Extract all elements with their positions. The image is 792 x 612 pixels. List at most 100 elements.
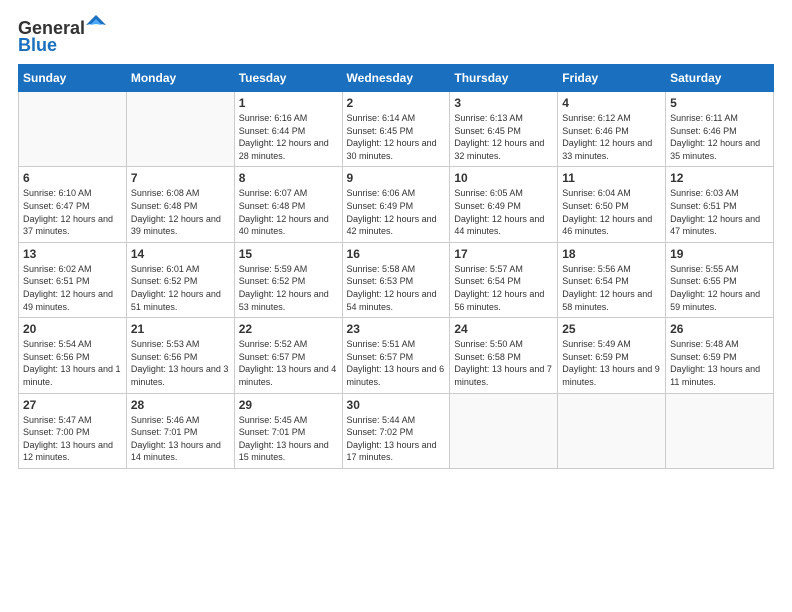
day-number: 21 <box>131 322 230 336</box>
day-info: Sunrise: 5:59 AMSunset: 6:52 PMDaylight:… <box>239 263 338 313</box>
calendar-cell: 20 Sunrise: 5:54 AMSunset: 6:56 PMDayligh… <box>19 318 127 393</box>
calendar-cell: 12 Sunrise: 6:03 AMSunset: 6:51 PMDayligh… <box>666 167 774 242</box>
day-number: 26 <box>670 322 769 336</box>
day-info: Sunrise: 5:56 AMSunset: 6:54 PMDaylight:… <box>562 263 661 313</box>
calendar-cell: 1 Sunrise: 6:16 AMSunset: 6:44 PMDaylight… <box>234 92 342 167</box>
week-row-3: 13 Sunrise: 6:02 AMSunset: 6:51 PMDayligh… <box>19 242 774 317</box>
weekday-header-saturday: Saturday <box>666 65 774 92</box>
day-number: 15 <box>239 247 338 261</box>
day-info: Sunrise: 6:16 AMSunset: 6:44 PMDaylight:… <box>239 112 338 162</box>
day-number: 5 <box>670 96 769 110</box>
calendar-cell: 14Sunrise: 6:01 AMSunset: 6:52 PMDayligh… <box>126 242 234 317</box>
calendar-table: SundayMondayTuesdayWednesdayThursdayFrid… <box>18 64 774 469</box>
day-info: Sunrise: 5:49 AMSunset: 6:59 PMDaylight:… <box>562 338 661 388</box>
day-info: Sunrise: 5:45 AMSunset: 7:01 PMDaylight:… <box>239 414 338 464</box>
weekday-header-tuesday: Tuesday <box>234 65 342 92</box>
week-row-1: 1 Sunrise: 6:16 AMSunset: 6:44 PMDaylight… <box>19 92 774 167</box>
weekday-header-row: SundayMondayTuesdayWednesdayThursdayFrid… <box>19 65 774 92</box>
calendar-cell: 11Sunrise: 6:04 AMSunset: 6:50 PMDayligh… <box>558 167 666 242</box>
day-info: Sunrise: 6:14 AMSunset: 6:45 PMDaylight:… <box>347 112 446 162</box>
day-info: Sunrise: 6:02 AMSunset: 6:51 PMDaylight:… <box>23 263 122 313</box>
calendar-cell: 10 Sunrise: 6:05 AMSunset: 6:49 PMDayligh… <box>450 167 558 242</box>
calendar-cell: 27Sunrise: 5:47 AMSunset: 7:00 PMDayligh… <box>19 393 127 468</box>
calendar-cell: 29 Sunrise: 5:45 AMSunset: 7:01 PMDayligh… <box>234 393 342 468</box>
weekday-header-sunday: Sunday <box>19 65 127 92</box>
calendar-cell: 17 Sunrise: 5:57 AMSunset: 6:54 PMDayligh… <box>450 242 558 317</box>
calendar-cell: 13 Sunrise: 6:02 AMSunset: 6:51 PMDayligh… <box>19 242 127 317</box>
logo-icon <box>86 15 106 35</box>
week-row-4: 20 Sunrise: 5:54 AMSunset: 6:56 PMDayligh… <box>19 318 774 393</box>
day-info: Sunrise: 6:05 AMSunset: 6:49 PMDaylight:… <box>454 187 553 237</box>
day-info: Sunrise: 6:06 AMSunset: 6:49 PMDaylight:… <box>347 187 446 237</box>
day-info: Sunrise: 6:13 AMSunset: 6:45 PMDaylight:… <box>454 112 553 162</box>
calendar-cell: 18 Sunrise: 5:56 AMSunset: 6:54 PMDayligh… <box>558 242 666 317</box>
day-number: 22 <box>239 322 338 336</box>
calendar-cell: 23 Sunrise: 5:51 AMSunset: 6:57 PMDayligh… <box>342 318 450 393</box>
day-info: Sunrise: 6:11 AMSunset: 6:46 PMDaylight:… <box>670 112 769 162</box>
page: General Blue SundayMondayTuesdayWednesda… <box>0 0 792 612</box>
day-info: Sunrise: 5:53 AMSunset: 6:56 PMDaylight:… <box>131 338 230 388</box>
day-number: 20 <box>23 322 122 336</box>
calendar-cell: 16 Sunrise: 5:58 AMSunset: 6:53 PMDayligh… <box>342 242 450 317</box>
day-info: Sunrise: 5:55 AMSunset: 6:55 PMDaylight:… <box>670 263 769 313</box>
day-info: Sunrise: 6:12 AMSunset: 6:46 PMDaylight:… <box>562 112 661 162</box>
day-number: 3 <box>454 96 553 110</box>
day-number: 4 <box>562 96 661 110</box>
calendar-cell: 21 Sunrise: 5:53 AMSunset: 6:56 PMDayligh… <box>126 318 234 393</box>
day-info: Sunrise: 5:57 AMSunset: 6:54 PMDaylight:… <box>454 263 553 313</box>
calendar-cell: 26 Sunrise: 5:48 AMSunset: 6:59 PMDayligh… <box>666 318 774 393</box>
day-number: 18 <box>562 247 661 261</box>
calendar-cell: 8Sunrise: 6:07 AMSunset: 6:48 PMDaylight… <box>234 167 342 242</box>
calendar-cell: 3 Sunrise: 6:13 AMSunset: 6:45 PMDaylight… <box>450 92 558 167</box>
weekday-header-wednesday: Wednesday <box>342 65 450 92</box>
day-number: 2 <box>347 96 446 110</box>
day-number: 12 <box>670 171 769 185</box>
calendar-cell <box>666 393 774 468</box>
day-info: Sunrise: 5:54 AMSunset: 6:56 PMDaylight:… <box>23 338 122 388</box>
calendar-cell: 19 Sunrise: 5:55 AMSunset: 6:55 PMDayligh… <box>666 242 774 317</box>
calendar-cell: 15 Sunrise: 5:59 AMSunset: 6:52 PMDayligh… <box>234 242 342 317</box>
calendar-cell <box>19 92 127 167</box>
calendar-cell: 22Sunrise: 5:52 AMSunset: 6:57 PMDayligh… <box>234 318 342 393</box>
day-number: 23 <box>347 322 446 336</box>
day-info: Sunrise: 5:44 AMSunset: 7:02 PMDaylight:… <box>347 414 446 464</box>
calendar-cell: 25 Sunrise: 5:49 AMSunset: 6:59 PMDayligh… <box>558 318 666 393</box>
calendar-cell: 30 Sunrise: 5:44 AMSunset: 7:02 PMDayligh… <box>342 393 450 468</box>
calendar-cell: 4 Sunrise: 6:12 AMSunset: 6:46 PMDaylight… <box>558 92 666 167</box>
day-number: 30 <box>347 398 446 412</box>
calendar-cell: 6 Sunrise: 6:10 AMSunset: 6:47 PMDaylight… <box>19 167 127 242</box>
calendar-cell <box>558 393 666 468</box>
day-number: 24 <box>454 322 553 336</box>
header: General Blue <box>18 18 774 56</box>
day-number: 1 <box>239 96 338 110</box>
day-info: Sunrise: 5:48 AMSunset: 6:59 PMDaylight:… <box>670 338 769 388</box>
day-number: 13 <box>23 247 122 261</box>
day-number: 9 <box>347 171 446 185</box>
day-info: Sunrise: 5:51 AMSunset: 6:57 PMDaylight:… <box>347 338 446 388</box>
calendar-cell: 24 Sunrise: 5:50 AMSunset: 6:58 PMDayligh… <box>450 318 558 393</box>
day-number: 10 <box>454 171 553 185</box>
day-number: 25 <box>562 322 661 336</box>
logo: General Blue <box>18 18 106 56</box>
week-row-2: 6 Sunrise: 6:10 AMSunset: 6:47 PMDaylight… <box>19 167 774 242</box>
calendar-cell: 7Sunrise: 6:08 AMSunset: 6:48 PMDaylight… <box>126 167 234 242</box>
day-number: 6 <box>23 171 122 185</box>
day-info: Sunrise: 6:04 AMSunset: 6:50 PMDaylight:… <box>562 187 661 237</box>
calendar-cell: 9 Sunrise: 6:06 AMSunset: 6:49 PMDaylight… <box>342 167 450 242</box>
day-number: 19 <box>670 247 769 261</box>
day-number: 17 <box>454 247 553 261</box>
day-number: 7 <box>131 171 230 185</box>
day-number: 29 <box>239 398 338 412</box>
calendar-cell: 28Sunrise: 5:46 AMSunset: 7:01 PMDayligh… <box>126 393 234 468</box>
weekday-header-monday: Monday <box>126 65 234 92</box>
day-info: Sunrise: 5:50 AMSunset: 6:58 PMDaylight:… <box>454 338 553 388</box>
day-number: 27 <box>23 398 122 412</box>
calendar-cell: 5 Sunrise: 6:11 AMSunset: 6:46 PMDaylight… <box>666 92 774 167</box>
day-number: 8 <box>239 171 338 185</box>
day-number: 28 <box>131 398 230 412</box>
day-number: 16 <box>347 247 446 261</box>
day-info: Sunrise: 5:58 AMSunset: 6:53 PMDaylight:… <box>347 263 446 313</box>
day-info: Sunrise: 6:10 AMSunset: 6:47 PMDaylight:… <box>23 187 122 237</box>
day-info: Sunrise: 6:03 AMSunset: 6:51 PMDaylight:… <box>670 187 769 237</box>
calendar-cell <box>126 92 234 167</box>
